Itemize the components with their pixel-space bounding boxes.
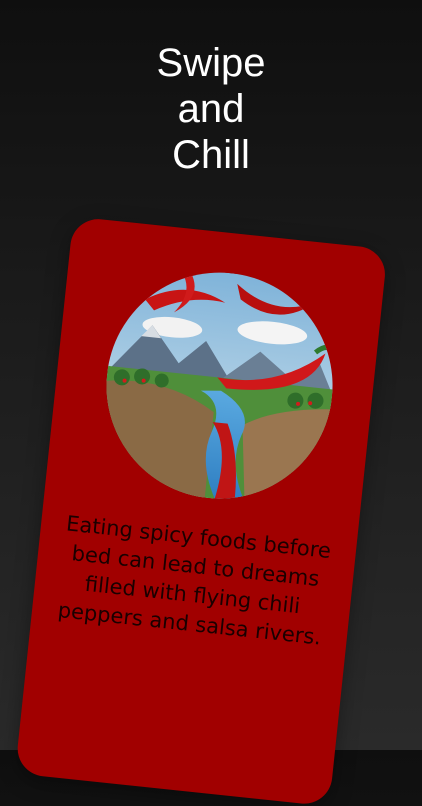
app-title: Swipe and Chill: [0, 40, 422, 178]
app-title-line-1: Swipe: [156, 41, 266, 85]
card-message: Eating spicy foods before bed can lead t…: [56, 511, 333, 650]
app-title-line-3: Chill: [172, 133, 250, 177]
chili-river-illustration: [95, 261, 344, 510]
swipe-card[interactable]: Eating spicy foods before bed can lead t…: [14, 216, 388, 806]
app-title-line-2: and: [177, 87, 245, 131]
